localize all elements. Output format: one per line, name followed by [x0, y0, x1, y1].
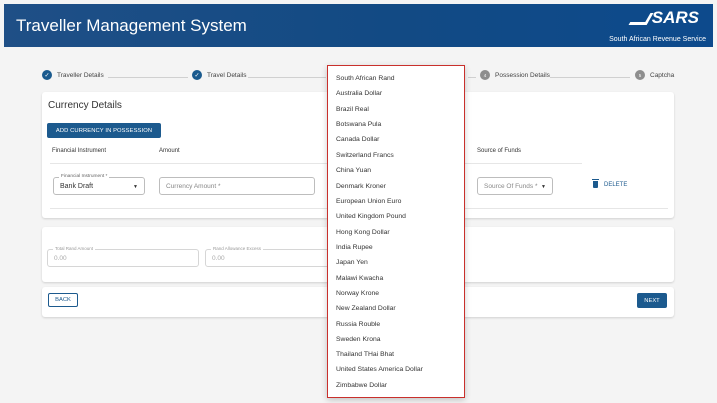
check-icon: ✓	[42, 70, 52, 80]
dropdown-option[interactable]: Sweden Krona	[336, 336, 381, 343]
dropdown-option[interactable]: Malawi Kwacha	[336, 275, 383, 282]
chevron-down-icon: ▼	[541, 184, 546, 190]
step-traveller-details[interactable]: ✓ Traveller Details	[42, 70, 104, 80]
delete-label: DELETE	[604, 181, 628, 188]
total-rand-amount-field: Total Rand Amount 0.00	[47, 246, 199, 267]
dropdown-option[interactable]: China Yuan	[336, 167, 371, 174]
field-label: Total Rand Amount	[53, 246, 96, 251]
source-of-funds-select[interactable]: Source Of Funds * ▼	[477, 177, 553, 195]
column-header-amount: Amount	[159, 148, 180, 154]
dropdown-option[interactable]: United Kingdom Pound	[336, 213, 406, 220]
app-header: Traveller Management System SARS South A…	[4, 4, 713, 47]
financial-instrument-select[interactable]: Financial Instrument * Bank Draft ▼	[53, 174, 145, 195]
dropdown-option[interactable]: Brazil Real	[336, 106, 369, 113]
header-divider	[50, 163, 582, 164]
app-title: Traveller Management System	[16, 16, 247, 35]
field-label: Financial Instrument *	[59, 174, 110, 179]
step-connector	[248, 77, 326, 78]
step-possession-details[interactable]: 4 Possession Details	[480, 70, 550, 80]
step-label: Possession Details	[495, 71, 550, 79]
dropdown-option[interactable]: European Union Euro	[336, 198, 401, 205]
step-number: 4	[480, 70, 490, 80]
step-label: Travel Details	[207, 71, 247, 79]
dropdown-option[interactable]: India Rupee	[336, 244, 373, 251]
chevron-down-icon: ▼	[133, 184, 138, 190]
back-button[interactable]: BACK	[48, 293, 78, 307]
column-header-source: Source of Funds	[477, 148, 522, 154]
add-currency-button[interactable]: ADD CURRENCY IN POSSESSION	[47, 123, 161, 138]
step-travel-details[interactable]: ✓ Travel Details	[192, 70, 247, 80]
dropdown-option[interactable]: Switzerland Francs	[336, 152, 394, 159]
field-placeholder: Source Of Funds *	[484, 183, 538, 190]
step-captcha[interactable]: 5 Captcha	[635, 70, 674, 80]
check-icon: ✓	[192, 70, 202, 80]
sars-logo: SARS	[628, 8, 699, 28]
dropdown-option[interactable]: New Zealand Dollar	[336, 305, 396, 312]
field-value: 0.00	[212, 255, 225, 262]
delete-button[interactable]: DELETE	[592, 179, 628, 188]
dropdown-option[interactable]: Australia Dollar	[336, 90, 382, 97]
sars-logo-icon	[628, 12, 654, 25]
step-connector	[108, 77, 188, 78]
dropdown-option[interactable]: Norway Krone	[336, 290, 379, 297]
step-label: Traveller Details	[57, 71, 104, 79]
step-connector	[550, 77, 630, 78]
step-connector	[468, 77, 476, 78]
logo-text: SARS	[651, 8, 699, 27]
step-label: Captcha	[650, 71, 675, 79]
dropdown-option[interactable]: Zimbabwe Dollar	[336, 382, 387, 389]
currency-amount-input[interactable]: Currency Amount *	[159, 177, 315, 195]
column-header-instrument: Financial Instrument	[52, 148, 107, 154]
dropdown-option[interactable]: Hong Kong Dollar	[336, 229, 390, 236]
field-placeholder: Currency Amount *	[166, 183, 221, 190]
field-label: Rand Allowance Excess	[211, 246, 264, 251]
dropdown-option[interactable]: Russia Rouble	[336, 321, 380, 328]
dropdown-option[interactable]: South African Rand	[336, 75, 395, 82]
step-number: 5	[635, 70, 645, 80]
next-button[interactable]: NEXT	[637, 293, 667, 308]
dropdown-option[interactable]: Thailand THai Bhat	[336, 351, 394, 358]
currency-dropdown[interactable]: South African Rand Australia Dollar Braz…	[327, 65, 465, 398]
dropdown-option[interactable]: Denmark Kroner	[336, 183, 386, 190]
currency-details-title: Currency Details	[48, 100, 122, 111]
dropdown-option[interactable]: Canada Dollar	[336, 136, 379, 143]
dropdown-option[interactable]: Japan Yen	[336, 259, 368, 266]
header-tagline: South African Revenue Service	[609, 36, 706, 43]
dropdown-option[interactable]: Botswana Pula	[336, 121, 381, 128]
field-value: 0.00	[54, 255, 67, 262]
trash-icon	[592, 179, 599, 188]
dropdown-option[interactable]: United States America Dollar	[336, 366, 423, 373]
field-value: Bank Draft	[60, 183, 94, 190]
